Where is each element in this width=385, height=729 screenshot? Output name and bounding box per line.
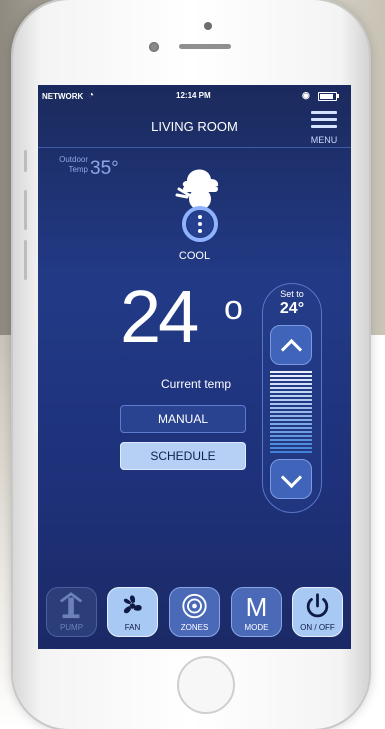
battery-level: [320, 94, 333, 99]
scale-tick: [270, 411, 312, 413]
scale-tick: [270, 439, 312, 441]
tab-pump[interactable]: PUMP: [46, 587, 97, 637]
scale-tick: [270, 407, 312, 409]
scale-tick: [270, 383, 312, 385]
app-screen: NETWORK ◔ 12:14 PM ◉ LIVING ROOM MENU Ou…: [38, 85, 351, 649]
degree-symbol: o: [224, 289, 243, 327]
tab-label: ON / OFF: [300, 623, 335, 632]
setpoint-value: 24°: [279, 300, 305, 317]
pump-icon: [59, 592, 83, 619]
current-temp-value: 24: [120, 275, 199, 358]
snowman-icon: [175, 169, 219, 242]
side-switch: [24, 150, 27, 172]
scale-tick: [270, 395, 312, 397]
scale-tick: [270, 447, 312, 449]
wifi-icon: ◔: [88, 90, 95, 101]
scale-tick: [270, 451, 312, 453]
tab-mode[interactable]: M MODE: [231, 587, 282, 637]
outdoor-label-line2: Temp: [68, 165, 88, 174]
scale-tick: [270, 399, 312, 401]
tab-label: PUMP: [59, 623, 84, 632]
tab-power[interactable]: ON / OFF: [292, 587, 343, 637]
manual-button[interactable]: MANUAL: [120, 405, 246, 433]
status-bar: NETWORK ◔ 12:14 PM ◉: [38, 85, 351, 107]
mode-icon: M: [245, 592, 268, 622]
chevron-up-icon: [280, 338, 303, 361]
scale-tick: [270, 391, 312, 393]
temp-down-button[interactable]: [270, 459, 312, 499]
temp-up-button[interactable]: [270, 325, 312, 365]
bottom-tab-bar: PUMP FAN ZONES M MODE ON / OFF: [38, 575, 351, 649]
scale-tick: [270, 423, 312, 425]
zones-icon: [182, 593, 207, 619]
proximity-sensor: [204, 22, 212, 30]
scale-tick: [270, 435, 312, 437]
scale-tick: [270, 371, 312, 373]
earpiece-speaker: [179, 44, 231, 49]
front-camera: [149, 42, 159, 52]
current-temp-label: Current temp: [160, 377, 232, 391]
menu-icon-bar: [311, 125, 337, 128]
scale-tick: [270, 427, 312, 429]
schedule-button[interactable]: SCHEDULE: [120, 442, 246, 470]
menu-icon-bar: [311, 118, 337, 121]
status-time: 12:14 PM: [176, 91, 211, 100]
scale-tick: [270, 403, 312, 405]
chevron-down-icon: [280, 466, 303, 489]
volume-down-button: [24, 240, 27, 280]
menu-icon: [311, 111, 337, 114]
battery-tip: [337, 94, 339, 98]
mode-label: COOL: [178, 250, 211, 262]
outdoor-temp-label: Outdoor Temp: [48, 155, 88, 175]
scale-tick: [270, 443, 312, 445]
battery-icon: [318, 92, 337, 101]
scale-tick: [270, 415, 312, 417]
tab-label: FAN: [124, 623, 141, 632]
tab-label: MODE: [244, 623, 269, 632]
header-divider: [38, 147, 351, 148]
tab-label: ZONES: [180, 623, 209, 632]
menu-label: MENU: [310, 135, 338, 145]
tab-fan[interactable]: FAN: [107, 587, 158, 637]
scale-tick: [270, 431, 312, 433]
home-button[interactable]: [177, 656, 235, 714]
menu-button[interactable]: MENU: [306, 107, 346, 147]
power-icon: [306, 593, 329, 618]
setpoint-label: Set to: [280, 289, 304, 299]
scale-tick: [270, 379, 312, 381]
volume-up-button: [24, 190, 27, 230]
setpoint-scale: [270, 371, 312, 455]
scale-tick: [270, 419, 312, 421]
scale-tick: [270, 375, 312, 377]
page-title: LIVING ROOM: [151, 119, 238, 134]
fan-icon: [123, 595, 142, 614]
outdoor-label-line1: Outdoor: [59, 155, 88, 164]
carrier-label: NETWORK: [42, 92, 84, 101]
status-icons: ◉: [302, 90, 310, 100]
scale-tick: [270, 387, 312, 389]
tab-zones[interactable]: ZONES: [169, 587, 220, 637]
outdoor-temp-value: 35°: [90, 158, 119, 179]
